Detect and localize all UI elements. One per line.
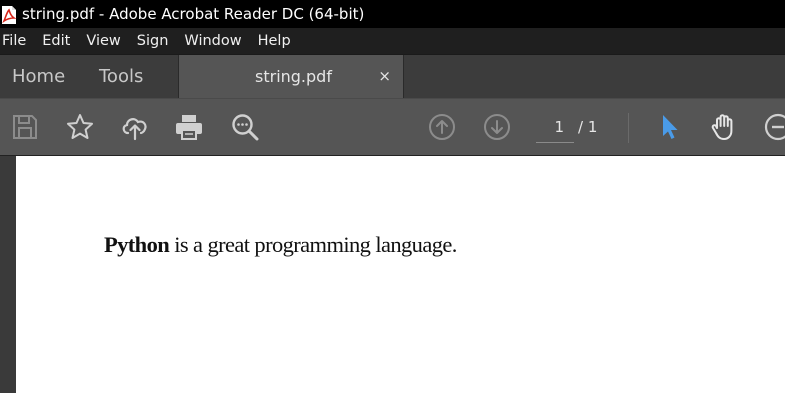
bookmark-star-icon[interactable] — [65, 112, 95, 142]
select-cursor-icon[interactable] — [655, 112, 685, 142]
tab-document[interactable]: string.pdf × — [178, 55, 404, 99]
close-tab-icon[interactable]: × — [378, 55, 391, 98]
menu-window[interactable]: Window — [176, 28, 249, 54]
cloud-upload-icon[interactable] — [120, 112, 150, 142]
bold-word: Python — [104, 232, 170, 257]
menu-file[interactable]: File — [0, 28, 34, 54]
page-total: / 1 — [578, 118, 598, 136]
menu-edit[interactable]: Edit — [34, 28, 78, 54]
toolbar: 1 / 1 — [0, 98, 785, 156]
zoom-out-icon[interactable] — [763, 112, 785, 142]
window-title: string.pdf - Adobe Acrobat Reader DC (64… — [22, 5, 365, 23]
print-icon[interactable] — [174, 112, 204, 142]
menu-view[interactable]: View — [78, 28, 128, 54]
menu-sign[interactable]: Sign — [129, 28, 177, 54]
pdf-page[interactable]: Python is a great programming language. — [16, 156, 785, 393]
page-number-input[interactable]: 1 — [536, 115, 574, 143]
text-rest: is a great programming language. — [169, 232, 457, 257]
page-up-icon[interactable] — [427, 112, 457, 142]
save-icon[interactable] — [10, 112, 40, 142]
hand-tool-icon[interactable] — [709, 112, 739, 142]
toolbar-divider — [628, 113, 629, 143]
tab-document-label: string.pdf — [255, 67, 332, 86]
menu-bar: File Edit View Sign Window Help — [0, 28, 785, 54]
page-down-icon[interactable] — [482, 112, 512, 142]
search-icon[interactable] — [230, 112, 260, 142]
tab-tools[interactable]: Tools — [99, 55, 143, 98]
menu-help[interactable]: Help — [250, 28, 299, 54]
document-viewport[interactable]: Python is a great programming language. — [0, 156, 785, 393]
tab-home[interactable]: Home — [12, 55, 65, 98]
window-title-bar: string.pdf - Adobe Acrobat Reader DC (64… — [0, 0, 785, 28]
document-text-line: Python is a great programming language. — [104, 232, 457, 258]
tab-bar: Home Tools string.pdf × — [0, 54, 785, 99]
acrobat-pdf-icon — [1, 5, 17, 24]
